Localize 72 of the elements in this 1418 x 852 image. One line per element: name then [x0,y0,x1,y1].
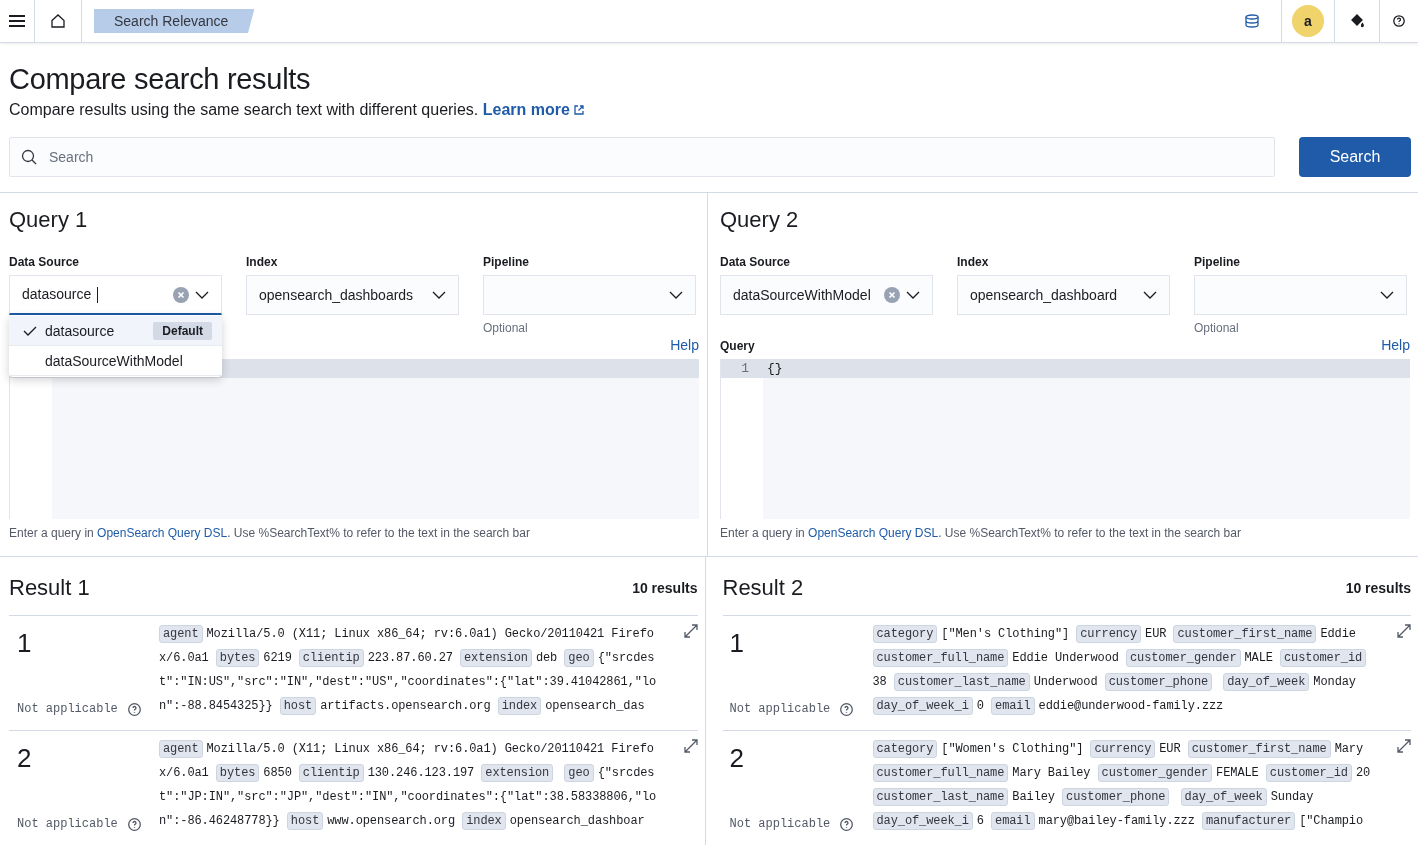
chevron-down-icon[interactable] [1380,291,1394,299]
result-title: Result 2 [722,575,804,601]
result-title: Result 1 [9,575,90,601]
score-text: Not applicable [17,702,118,716]
result-count: 10 results [1345,580,1411,596]
code-line: {} [766,361,783,376]
result-rank: 1 [17,628,33,659]
index-select[interactable]: opensearch_dashboard [957,275,1170,315]
field-label: Pipeline [1194,255,1241,269]
field-label: Data Source [9,255,81,269]
help-link[interactable]: Help [1381,337,1410,353]
clear-icon[interactable] [173,286,189,303]
expand-icon[interactable] [1397,622,1411,638]
result-fields: category ["Women's Clothing"] currency EUR customer_first_name Mary customer_full_name Mary Bailey customer_gender FEMALE customer_id 20 customer_last_name Bailey customer_phone day_of_week Sunday day_of_week_i 6 email mary@bailey-family.zzz manufacturer ["Champio [872,737,1373,845]
field-label: Pipeline [483,255,530,269]
clear-icon[interactable] [884,287,900,303]
expand-icon[interactable] [683,737,698,753]
user-avatar[interactable]: a [1292,5,1324,37]
check-icon [23,325,37,336]
data-source-select[interactable]: dataSourceWithModel [720,275,933,315]
result-rank: 1 [729,628,745,659]
dropdown-option[interactable]: dataSourceWithModel [9,346,222,376]
data-source-select[interactable]: datasource [9,275,222,315]
chevron-down-icon[interactable] [906,291,920,299]
default-badge: Default [153,321,212,340]
field-hint: Optional [483,321,529,335]
line-number: 1 [721,359,763,378]
query-title: Query 1 [9,207,89,233]
expand-icon[interactable] [683,622,698,638]
external-link-icon [574,105,585,115]
query-hint: Enter a query in OpenSearch Query DSL. Use %SearchText% to refer to the text in the search bar [720,526,1242,540]
help-icon[interactable] [840,817,854,831]
score-text: Not applicable [17,817,118,831]
text-cursor [97,287,99,304]
query-title: Query 2 [720,207,800,233]
help-icon[interactable] [127,702,141,716]
field-label: Index [246,255,279,269]
chevron-down-icon[interactable] [432,291,446,299]
breadcrumb[interactable]: Search Relevance [94,9,255,33]
chevron-down-icon[interactable] [195,290,209,299]
result-rank: 2 [17,743,33,774]
database-icon[interactable] [1245,14,1259,28]
score-text: Not applicable [729,702,831,716]
search-icon [21,149,37,165]
page-description: Compare results using the same search text with different queries. Learn more [9,101,1411,119]
help-icon[interactable] [840,702,854,716]
result-count: 10 results [632,580,698,596]
result-fields: category ["Men's Clothing"] currency EUR customer_first_name Eddie customer_full_name Eddie Underwood customer_gender MALE customer_id 38 customer_last_name Underwood customer_phone day_of_week Monday day_of_week_i 0 email eddie@underwood-family.zzz [872,622,1373,730]
help-link[interactable]: Help [670,337,699,353]
chevron-down-icon[interactable] [1143,291,1157,299]
search-field[interactable]: Search [9,137,1275,177]
result-fields: agent Mozilla/5.0 (X11; Linux x86_64; rv:6.0a1) Gecko/20110421 Firefox/6.0a1 bytes 6850 clientip 130.246.123.197 extension geo {"srcdest":"JP:IN","src":"JP","dest":"IN","coordinates":{"lat":38.58338806,"lon":-86.46248778}} host www.opensearch.org index opensearch_dashboar [159,737,665,845]
chevron-down-icon[interactable] [669,291,683,299]
result-rank: 2 [729,743,745,774]
field-label: Query [720,339,755,353]
menu-icon[interactable] [8,14,26,28]
index-select[interactable]: opensearch_dashboards [246,275,459,315]
expand-icon[interactable] [1397,737,1411,753]
page-title: Compare search results [9,63,312,96]
score-text: Not applicable [729,817,831,831]
search-button[interactable]: Search [1299,137,1411,177]
field-hint: Optional [1194,321,1240,335]
field-label: Index [957,255,990,269]
help-icon[interactable] [1393,15,1405,27]
field-label: Data Source [720,255,792,269]
query-hint: Enter a query in OpenSearch Query DSL. Use %SearchText% to refer to the text in the search bar [9,526,531,540]
dropdown-option[interactable]: datasource Default [9,316,222,346]
paint-bucket-icon[interactable] [1349,13,1365,29]
learn-more-link[interactable]: Learn more [482,101,585,118]
help-icon[interactable] [127,817,141,831]
home-icon[interactable] [50,13,66,29]
result-fields: agent Mozilla/5.0 (X11; Linux x86_64; rv:6.0a1) Gecko/20110421 Firefox/6.0a1 bytes 6219 clientip 223.87.60.27 extension deb geo {"srcdest":"IN:US","src":"IN","dest":"US","coordinates":{"lat":39.41042861,"lon":-88.8454325}} host artifacts.opensearch.org index opensearch_das [159,622,665,730]
